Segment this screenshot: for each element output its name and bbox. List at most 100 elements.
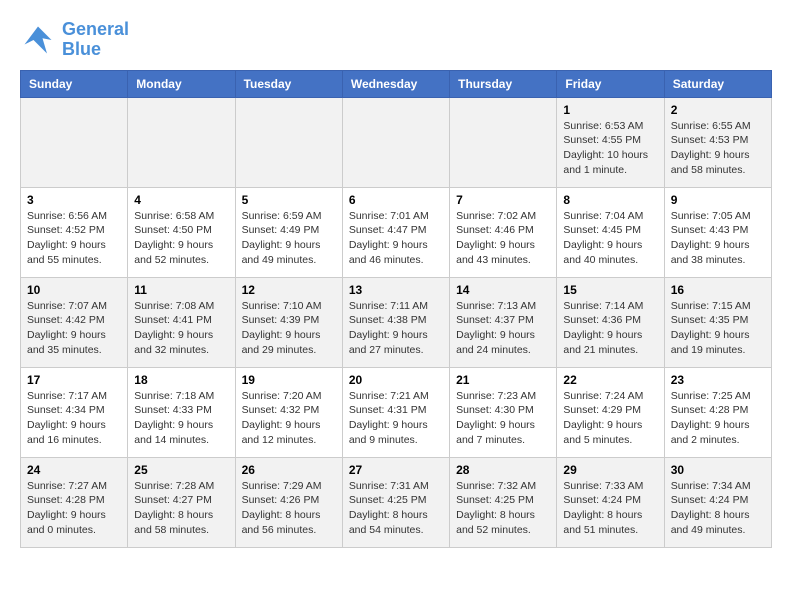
calendar-cell: 4 Sunrise: 6:58 AM Sunset: 4:50 PM Daylig… xyxy=(128,187,235,277)
day-number: 5 xyxy=(242,193,336,207)
day-info: Sunrise: 6:58 AM Sunset: 4:50 PM Dayligh… xyxy=(134,209,228,268)
calendar-cell: 14 Sunrise: 7:13 AM Sunset: 4:37 PM Dayli… xyxy=(450,277,557,367)
day-number: 2 xyxy=(671,103,765,117)
day-info: Sunrise: 7:28 AM Sunset: 4:27 PM Dayligh… xyxy=(134,479,228,538)
day-info: Sunrise: 7:34 AM Sunset: 4:24 PM Dayligh… xyxy=(671,479,765,538)
calendar-cell: 16 Sunrise: 7:15 AM Sunset: 4:35 PM Dayli… xyxy=(664,277,771,367)
day-info: Sunrise: 7:01 AM Sunset: 4:47 PM Dayligh… xyxy=(349,209,443,268)
day-info: Sunrise: 7:31 AM Sunset: 4:25 PM Dayligh… xyxy=(349,479,443,538)
day-info: Sunrise: 7:17 AM Sunset: 4:34 PM Dayligh… xyxy=(27,389,121,448)
calendar-cell: 20Sunrise: 7:21 AM Sunset: 4:31 PM Dayli… xyxy=(342,367,449,457)
day-number: 29 xyxy=(563,463,657,477)
day-number: 13 xyxy=(349,283,443,297)
calendar-cell: 8Sunrise: 7:04 AM Sunset: 4:45 PM Daylig… xyxy=(557,187,664,277)
day-info: Sunrise: 7:05 AM Sunset: 4:43 PM Dayligh… xyxy=(671,209,765,268)
day-info: Sunrise: 7:07 AM Sunset: 4:42 PM Dayligh… xyxy=(27,299,121,358)
day-info: Sunrise: 7:02 AM Sunset: 4:46 PM Dayligh… xyxy=(456,209,550,268)
calendar-cell: 13 Sunrise: 7:11 AM Sunset: 4:38 PM Dayli… xyxy=(342,277,449,367)
day-number: 26 xyxy=(242,463,336,477)
day-number: 12 xyxy=(242,283,336,297)
calendar-cell: 2 Sunrise: 6:55 AM Sunset: 4:53 PM Daylig… xyxy=(664,97,771,187)
logo-text: General Blue xyxy=(62,20,129,60)
calendar-cell xyxy=(450,97,557,187)
calendar-cell: 21 Sunrise: 7:23 AM Sunset: 4:30 PM Dayli… xyxy=(450,367,557,457)
calendar-header-row: SundayMondayTuesdayWednesdayThursdayFrid… xyxy=(21,70,772,97)
calendar-cell: 24 Sunrise: 7:27 AM Sunset: 4:28 PM Dayli… xyxy=(21,457,128,547)
calendar-cell: 27Sunrise: 7:31 AM Sunset: 4:25 PM Dayli… xyxy=(342,457,449,547)
day-info: Sunrise: 7:23 AM Sunset: 4:30 PM Dayligh… xyxy=(456,389,550,448)
day-info: Sunrise: 6:53 AM Sunset: 4:55 PM Dayligh… xyxy=(563,119,657,178)
day-number: 28 xyxy=(456,463,550,477)
calendar-cell: 30Sunrise: 7:34 AM Sunset: 4:24 PM Dayli… xyxy=(664,457,771,547)
day-number: 1 xyxy=(563,103,657,117)
day-number: 4 xyxy=(134,193,228,207)
calendar-cell xyxy=(128,97,235,187)
weekday-header: Saturday xyxy=(664,70,771,97)
day-info: Sunrise: 6:59 AM Sunset: 4:49 PM Dayligh… xyxy=(242,209,336,268)
day-info: Sunrise: 6:56 AM Sunset: 4:52 PM Dayligh… xyxy=(27,209,121,268)
weekday-header: Wednesday xyxy=(342,70,449,97)
day-number: 21 xyxy=(456,373,550,387)
day-number: 24 xyxy=(27,463,121,477)
weekday-header: Sunday xyxy=(21,70,128,97)
weekday-header: Tuesday xyxy=(235,70,342,97)
day-info: Sunrise: 7:15 AM Sunset: 4:35 PM Dayligh… xyxy=(671,299,765,358)
day-number: 20 xyxy=(349,373,443,387)
day-info: Sunrise: 7:27 AM Sunset: 4:28 PM Dayligh… xyxy=(27,479,121,538)
calendar-cell: 3 Sunrise: 6:56 AM Sunset: 4:52 PM Daylig… xyxy=(21,187,128,277)
logo: General Blue xyxy=(20,20,129,60)
day-info: Sunrise: 7:11 AM Sunset: 4:38 PM Dayligh… xyxy=(349,299,443,358)
day-info: Sunrise: 7:18 AM Sunset: 4:33 PM Dayligh… xyxy=(134,389,228,448)
calendar-cell: 19 Sunrise: 7:20 AM Sunset: 4:32 PM Dayli… xyxy=(235,367,342,457)
day-number: 16 xyxy=(671,283,765,297)
calendar-week-row: 10 Sunrise: 7:07 AM Sunset: 4:42 PM Dayli… xyxy=(21,277,772,367)
calendar-cell: 12 Sunrise: 7:10 AM Sunset: 4:39 PM Dayli… xyxy=(235,277,342,367)
day-info: Sunrise: 7:25 AM Sunset: 4:28 PM Dayligh… xyxy=(671,389,765,448)
calendar-cell xyxy=(21,97,128,187)
day-info: Sunrise: 7:13 AM Sunset: 4:37 PM Dayligh… xyxy=(456,299,550,358)
day-number: 10 xyxy=(27,283,121,297)
calendar-table: SundayMondayTuesdayWednesdayThursdayFrid… xyxy=(20,70,772,548)
weekday-header: Friday xyxy=(557,70,664,97)
calendar-cell: 7 Sunrise: 7:02 AM Sunset: 4:46 PM Daylig… xyxy=(450,187,557,277)
day-number: 8 xyxy=(563,193,657,207)
calendar-cell xyxy=(235,97,342,187)
calendar-week-row: 1 Sunrise: 6:53 AM Sunset: 4:55 PM Daylig… xyxy=(21,97,772,187)
calendar-cell: 15Sunrise: 7:14 AM Sunset: 4:36 PM Dayli… xyxy=(557,277,664,367)
day-number: 11 xyxy=(134,283,228,297)
day-info: Sunrise: 6:55 AM Sunset: 4:53 PM Dayligh… xyxy=(671,119,765,178)
calendar-cell: 10 Sunrise: 7:07 AM Sunset: 4:42 PM Dayli… xyxy=(21,277,128,367)
logo-icon xyxy=(20,22,56,58)
day-info: Sunrise: 7:08 AM Sunset: 4:41 PM Dayligh… xyxy=(134,299,228,358)
page-header: General Blue xyxy=(20,20,772,60)
calendar-cell: 23Sunrise: 7:25 AM Sunset: 4:28 PM Dayli… xyxy=(664,367,771,457)
calendar-cell: 11 Sunrise: 7:08 AM Sunset: 4:41 PM Dayli… xyxy=(128,277,235,367)
day-number: 3 xyxy=(27,193,121,207)
calendar-cell: 9 Sunrise: 7:05 AM Sunset: 4:43 PM Daylig… xyxy=(664,187,771,277)
day-number: 18 xyxy=(134,373,228,387)
calendar-cell: 22 Sunrise: 7:24 AM Sunset: 4:29 PM Dayli… xyxy=(557,367,664,457)
calendar-cell: 25 Sunrise: 7:28 AM Sunset: 4:27 PM Dayli… xyxy=(128,457,235,547)
day-info: Sunrise: 7:10 AM Sunset: 4:39 PM Dayligh… xyxy=(242,299,336,358)
day-info: Sunrise: 7:20 AM Sunset: 4:32 PM Dayligh… xyxy=(242,389,336,448)
calendar-cell: 17Sunrise: 7:17 AM Sunset: 4:34 PM Dayli… xyxy=(21,367,128,457)
day-info: Sunrise: 7:29 AM Sunset: 4:26 PM Dayligh… xyxy=(242,479,336,538)
day-number: 15 xyxy=(563,283,657,297)
weekday-header: Monday xyxy=(128,70,235,97)
calendar-cell: 5 Sunrise: 6:59 AM Sunset: 4:49 PM Daylig… xyxy=(235,187,342,277)
calendar-cell: 6Sunrise: 7:01 AM Sunset: 4:47 PM Daylig… xyxy=(342,187,449,277)
day-number: 25 xyxy=(134,463,228,477)
calendar-cell xyxy=(342,97,449,187)
day-number: 19 xyxy=(242,373,336,387)
day-number: 14 xyxy=(456,283,550,297)
calendar-cell: 28Sunrise: 7:32 AM Sunset: 4:25 PM Dayli… xyxy=(450,457,557,547)
day-number: 7 xyxy=(456,193,550,207)
calendar-cell: 18 Sunrise: 7:18 AM Sunset: 4:33 PM Dayli… xyxy=(128,367,235,457)
day-info: Sunrise: 7:24 AM Sunset: 4:29 PM Dayligh… xyxy=(563,389,657,448)
day-info: Sunrise: 7:33 AM Sunset: 4:24 PM Dayligh… xyxy=(563,479,657,538)
calendar-cell: 29 Sunrise: 7:33 AM Sunset: 4:24 PM Dayli… xyxy=(557,457,664,547)
calendar-cell: 1 Sunrise: 6:53 AM Sunset: 4:55 PM Daylig… xyxy=(557,97,664,187)
day-number: 22 xyxy=(563,373,657,387)
calendar-cell: 26 Sunrise: 7:29 AM Sunset: 4:26 PM Dayli… xyxy=(235,457,342,547)
day-number: 9 xyxy=(671,193,765,207)
